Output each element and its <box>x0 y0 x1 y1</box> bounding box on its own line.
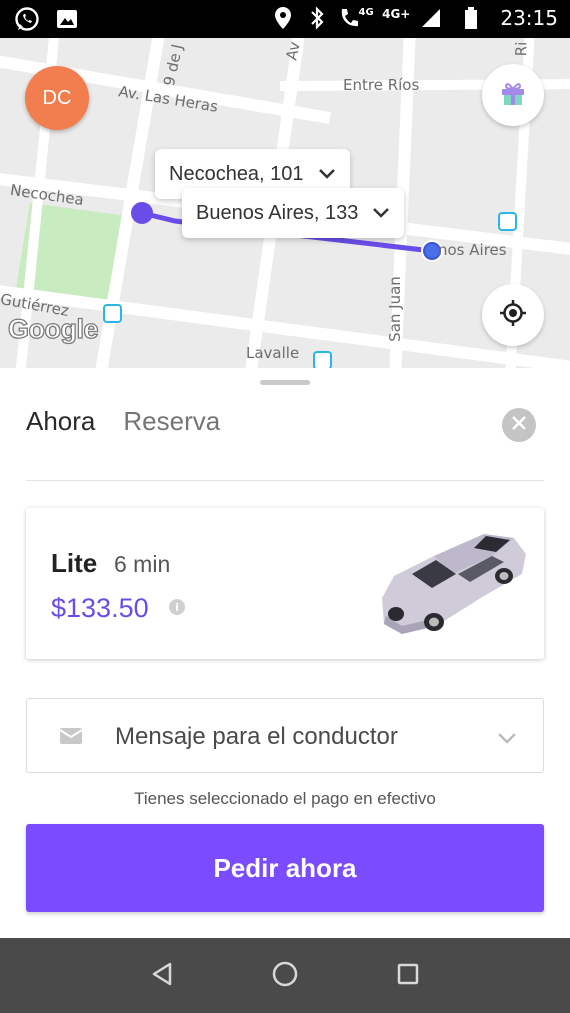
call-icon: 4G <box>338 5 374 31</box>
close-button[interactable] <box>502 408 536 442</box>
ride-eta: 6 min <box>114 551 171 577</box>
car-image <box>382 534 526 634</box>
home-button[interactable] <box>263 954 307 998</box>
back-button[interactable] <box>140 954 184 998</box>
order-now-button[interactable]: Pedir ahora <box>26 824 544 912</box>
street-label: Entre Ríos <box>343 76 420 94</box>
status-bar: 4G 4G+ 23:15 <box>0 0 570 38</box>
street-label: San Juan <box>385 276 404 342</box>
street-label: Ri <box>512 41 531 57</box>
chevron-down-icon <box>497 729 517 748</box>
avatar[interactable]: DC <box>25 66 89 130</box>
payment-method-note: Tienes seleccionado el pago en efectivo <box>134 789 436 808</box>
ride-option-card[interactable]: Lite 6 min $133.50 i <box>26 508 544 659</box>
gallery-icon <box>54 6 80 32</box>
ride-name: Lite <box>51 548 98 578</box>
street-label: Av <box>282 40 304 62</box>
signal-icon <box>418 5 444 31</box>
origin-marker <box>131 202 153 224</box>
clock: 23:15 <box>500 6 558 30</box>
back-icon <box>150 961 174 991</box>
street-label: Lavalle <box>246 344 300 362</box>
info-icon[interactable]: i <box>169 599 185 615</box>
gift-icon <box>498 78 528 112</box>
crosshair-icon <box>498 298 528 332</box>
tab-ahora[interactable]: Ahora <box>26 406 95 437</box>
map[interactable]: Av. Las Heras Entre Ríos Necochea Gutiér… <box>0 38 570 368</box>
driver-message-field[interactable]: Mensaje para el conductor <box>26 698 544 773</box>
ride-price: $133.50 <box>51 593 149 623</box>
network-label-2: 4G+ <box>382 7 411 21</box>
drag-handle[interactable] <box>260 380 310 385</box>
chevron-down-icon <box>372 207 390 219</box>
whatsapp-icon <box>14 6 40 32</box>
gift-button[interactable] <box>482 64 544 126</box>
bluetooth-icon <box>304 5 330 31</box>
recents-icon <box>396 962 420 990</box>
network-label: 4G <box>358 6 374 18</box>
destination-address: Buenos Aires, 133 <box>196 201 359 224</box>
driver-message-placeholder: Mensaje para el conductor <box>115 723 398 750</box>
time-tabs: Ahora Reserva <box>26 406 220 437</box>
recents-button[interactable] <box>386 954 430 998</box>
street-label: nos Aires <box>438 241 507 259</box>
location-icon <box>270 5 296 31</box>
battery-icon <box>458 5 484 31</box>
ride-request-sheet: Ahora Reserva Lite 6 min $133.50 i Mensa… <box>0 368 570 938</box>
home-icon <box>271 960 299 992</box>
envelope-icon <box>59 727 83 749</box>
system-nav-bar <box>0 938 570 1013</box>
divider <box>26 480 544 481</box>
chevron-down-icon <box>318 168 336 180</box>
my-location-button[interactable] <box>482 284 544 346</box>
destination-address-tag[interactable]: Buenos Aires, 133 <box>182 188 405 238</box>
tab-reserva[interactable]: Reserva <box>123 406 220 437</box>
origin-address: Necochea, 101 <box>169 162 304 185</box>
close-icon <box>511 415 527 435</box>
google-logo: Google <box>7 313 99 344</box>
